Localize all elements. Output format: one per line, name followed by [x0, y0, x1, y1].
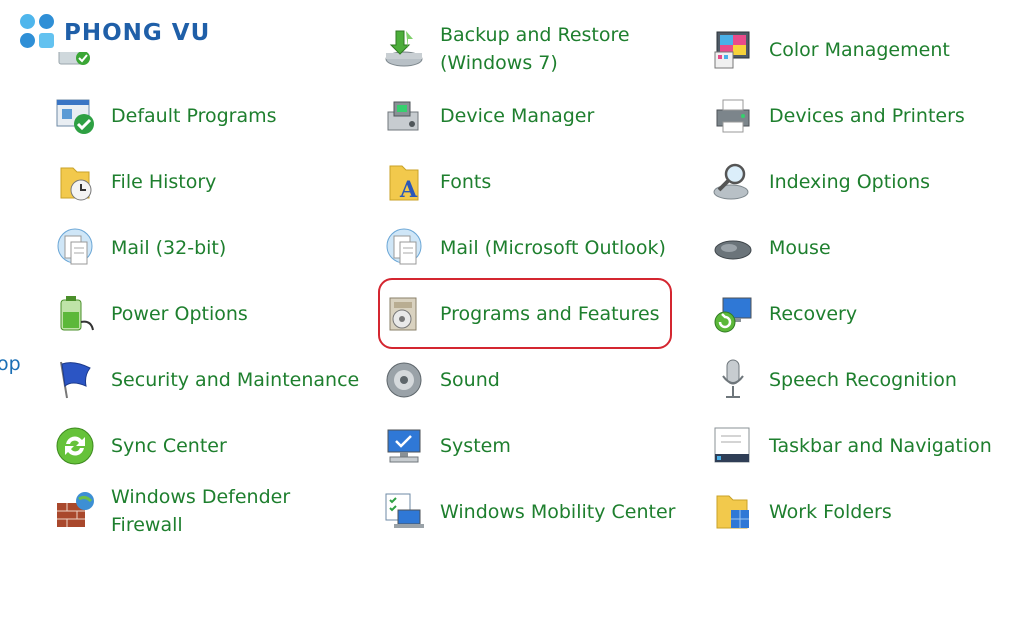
- cp-item-sound[interactable]: Sound: [382, 358, 500, 402]
- mobility-center-icon: [382, 490, 426, 534]
- power-options-label: Power Options: [111, 303, 248, 325]
- work-folders-label: Work Folders: [769, 501, 892, 523]
- cp-item-system[interactable]: System: [382, 424, 511, 468]
- partial-item-icon: [57, 52, 97, 70]
- microphone-icon: [711, 358, 755, 402]
- color-management-label: Color Management: [769, 39, 950, 61]
- firewall-icon: [53, 489, 97, 533]
- system-label: System: [440, 435, 511, 457]
- fonts-label: Fonts: [440, 171, 492, 193]
- cp-item-indexing-options[interactable]: Indexing Options: [711, 160, 930, 204]
- battery-icon: [53, 292, 97, 336]
- system-icon: [382, 424, 426, 468]
- indexing-icon: [711, 160, 755, 204]
- indexing-options-label: Indexing Options: [769, 171, 931, 193]
- sync-icon: [53, 424, 97, 468]
- brand-logo-icon: [20, 14, 58, 52]
- file-history-icon: [53, 160, 97, 204]
- backup-icon: [382, 27, 426, 71]
- programs-features-label: Programs and Features: [440, 303, 660, 325]
- cp-item-programs-features[interactable]: Programs and Features: [382, 292, 660, 336]
- flag-icon: [53, 358, 97, 402]
- mouse-icon: [711, 226, 755, 270]
- mobility-center-label: Windows Mobility Center: [440, 501, 676, 523]
- cp-item-color-management[interactable]: Color Management: [711, 28, 950, 72]
- speech-recognition-label: Speech Recognition: [769, 369, 957, 391]
- mail-32-label: Mail (32-bit): [111, 237, 227, 259]
- work-folders-icon: [711, 490, 755, 534]
- cp-item-mobility-center[interactable]: Windows Mobility Center: [382, 490, 675, 534]
- cp-item-speech-recognition[interactable]: Speech Recognition: [711, 358, 957, 402]
- mail-outlook-icon: [382, 226, 426, 270]
- recovery-label: Recovery: [769, 303, 858, 325]
- cp-item-mouse[interactable]: Mouse: [711, 226, 831, 270]
- cp-item-mail-32[interactable]: Mail (32-bit): [53, 226, 226, 270]
- cp-item-default-programs[interactable]: Default Programs: [53, 94, 277, 138]
- svg-text:A: A: [399, 177, 418, 203]
- cp-item-sync-center[interactable]: Sync Center: [53, 424, 227, 468]
- defender-firewall-label: Windows Defender Firewall: [111, 486, 291, 536]
- taskbar-navigation-label: Taskbar and Navigation: [769, 435, 992, 457]
- brand-logo: PHONG VU: [20, 14, 210, 52]
- cp-item-taskbar-navigation[interactable]: Taskbar and Navigation: [711, 424, 992, 468]
- speaker-icon: [382, 358, 426, 402]
- taskbar-icon: [711, 424, 755, 468]
- cp-item-device-manager[interactable]: Device Manager: [382, 94, 594, 138]
- backup-restore-label: Backup and Restore (Windows 7): [440, 24, 630, 74]
- brand-name: PHONG VU: [64, 20, 211, 46]
- devices-printers-label: Devices and Printers: [769, 105, 965, 127]
- default-programs-label: Default Programs: [111, 105, 277, 127]
- device-manager-label: Device Manager: [440, 105, 595, 127]
- color-management-icon: [711, 28, 755, 72]
- mail-outlook-label: Mail (Microsoft Outlook): [440, 237, 666, 259]
- sound-label: Sound: [440, 369, 500, 391]
- fonts-icon: A: [382, 160, 426, 204]
- cp-item-power-options[interactable]: Power Options: [53, 292, 248, 336]
- cp-item-backup-restore[interactable]: Backup and Restore (Windows 7): [382, 21, 635, 77]
- mouse-label: Mouse: [769, 237, 831, 259]
- cp-item-devices-printers[interactable]: Devices and Printers: [711, 94, 965, 138]
- security-maintenance-label: Security and Maintenance: [111, 369, 360, 391]
- device-manager-icon: [382, 94, 426, 138]
- cp-item-work-folders[interactable]: Work Folders: [711, 490, 892, 534]
- cp-item-fonts[interactable]: A Fonts: [382, 160, 491, 204]
- sync-center-label: Sync Center: [111, 435, 227, 457]
- mail-icon: [53, 226, 97, 270]
- programs-features-icon: [382, 292, 426, 336]
- cp-item-recovery[interactable]: Recovery: [711, 292, 857, 336]
- cp-item-security-maintenance[interactable]: Security and Maintenance: [53, 358, 359, 402]
- recovery-icon: [711, 292, 755, 336]
- printer-icon: [711, 94, 755, 138]
- file-history-label: File History: [111, 171, 217, 193]
- default-programs-icon: [53, 94, 97, 138]
- cp-item-defender-firewall[interactable]: Windows Defender Firewall: [53, 483, 306, 539]
- cp-item-mail-outlook[interactable]: Mail (Microsoft Outlook): [382, 226, 666, 270]
- cp-item-file-history[interactable]: File History: [53, 160, 216, 204]
- sidebar-fragment[interactable]: op: [0, 353, 21, 375]
